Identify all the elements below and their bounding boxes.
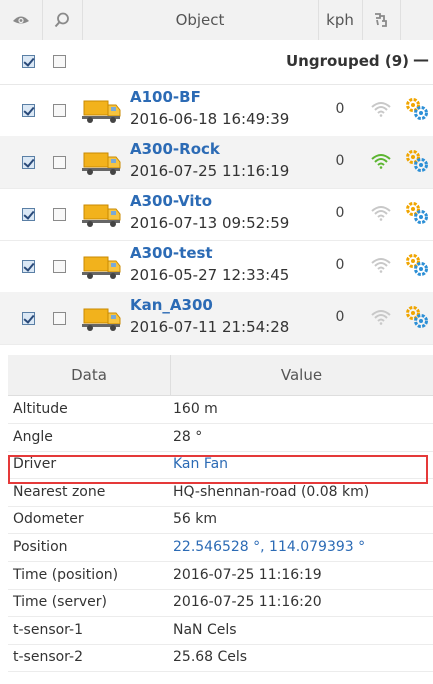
object-visibility-checkbox[interactable] [22,208,35,221]
detail-value: 160 m [173,401,218,417]
detail-row: t-sensor-1 NaN Cels [8,617,433,645]
detail-value: 28 ° [173,428,203,445]
object-timestamp: 2016-07-13 09:52:59 [130,214,290,232]
detail-row: Position 22.546528 °, 114.079393 ° [8,534,433,562]
detail-key: Time (server) [13,594,107,611]
group-visibility-checkbox[interactable] [22,55,35,68]
detail-value: 56 km [173,511,218,528]
detail-value: 25.68 Cels [173,649,248,666]
detail-value: 2016-07-25 11:16:20 [173,594,322,611]
signal-icon [371,154,391,169]
value-column-header[interactable]: Value [170,355,433,395]
object-name[interactable]: Kan_A300 [130,296,213,314]
object-row[interactable]: A300-Rock 2016-07-25 11:16:19 0 [0,136,433,189]
settings-column [400,0,433,40]
visibility-column[interactable] [0,0,43,40]
object-follow-checkbox[interactable] [53,312,66,325]
object-timestamp: 2016-05-27 12:33:45 [130,266,290,284]
object-visibility-checkbox[interactable] [22,312,35,325]
truck-icon [82,100,121,123]
settings-gear-icon[interactable] [404,304,430,330]
object-timestamp: 2016-07-11 21:54:28 [130,318,290,336]
detail-row: Altitude 160 m [8,396,433,424]
object-name[interactable]: A300-Rock [130,140,220,158]
search-icon [54,12,69,28]
object-speed: 0 [335,205,345,221]
truck-icon [82,152,121,175]
signal-icon [371,258,391,273]
object-follow-checkbox[interactable] [53,156,66,169]
object-row[interactable]: A300-test 2016-05-27 12:33:45 0 [0,240,433,293]
settings-gear-icon[interactable] [404,96,430,122]
object-follow-checkbox[interactable] [53,104,66,117]
settings-gear-icon[interactable] [404,252,430,278]
settings-gear-icon[interactable] [404,200,430,226]
detail-key: Altitude [13,401,68,417]
detail-key: Position [13,539,68,555]
object-speed: 0 [335,101,345,117]
signal-icon [371,102,391,117]
detail-key: Angle [13,428,53,445]
truck-icon [82,256,121,279]
detail-key: t-sensor-1 [13,621,83,638]
object-row[interactable]: A300-Vito 2016-07-13 09:52:59 0 [0,188,433,241]
settings-gear-icon[interactable] [404,148,430,174]
signal-icon [371,310,391,325]
speed-column-header[interactable]: kph [318,0,363,40]
object-speed: 0 [335,309,345,325]
detail-value[interactable]: 22.546528 °, 114.079393 ° [173,539,365,555]
detail-key: Nearest zone [13,483,106,500]
group-row[interactable]: Ungrouped (9) — [0,40,433,85]
data-column-header[interactable]: Data [8,355,171,395]
detail-value: NaN Cels [173,621,237,638]
object-follow-checkbox[interactable] [53,208,66,221]
object-timestamp: 2016-07-25 11:16:19 [130,162,290,180]
detail-row: Time (server) 2016-07-25 11:16:20 [8,589,433,618]
object-speed: 0 [335,153,345,169]
object-row[interactable]: A100-BF 2016-06-18 16:49:39 0 [0,84,433,137]
collapse-icon[interactable]: — [413,50,429,69]
object-row[interactable]: Kan_A300 2016-07-11 21:54:28 0 [0,292,433,345]
truck-icon [82,308,121,331]
object-name[interactable]: A300-Vito [130,192,212,210]
detail-row: t-sensor-2 25.68 Cels [8,644,433,673]
detail-key: t-sensor-2 [13,649,83,666]
object-follow-checkbox[interactable] [53,260,66,273]
detail-key: Time (position) [13,566,119,583]
detail-row: Time (position) 2016-07-25 11:16:19 [8,562,433,590]
object-visibility-checkbox[interactable] [22,104,35,117]
object-visibility-checkbox[interactable] [22,260,35,273]
object-timestamp: 2016-06-18 16:49:39 [130,110,290,128]
detail-key: Odometer [13,511,84,528]
signal-icon [371,206,391,221]
connection-column[interactable] [362,0,401,40]
object-column-header[interactable]: Object [82,0,319,40]
detail-row: Angle 28 ° [8,424,433,452]
truck-icon [82,204,121,227]
follow-column[interactable] [42,0,83,40]
object-name[interactable]: A100-BF [130,88,201,106]
details-header: Data Value [8,355,433,396]
connection-icon [375,13,387,27]
eye-icon [13,16,29,24]
detail-value: 2016-07-25 11:16:19 [173,566,322,583]
object-visibility-checkbox[interactable] [22,156,35,169]
driver-highlight-box [8,455,428,484]
detail-row: Odometer 56 km [8,506,433,535]
object-speed: 0 [335,257,345,273]
detail-value: HQ-shennan-road (0.08 km) [173,483,370,500]
group-follow-checkbox[interactable] [53,55,66,68]
object-list-header: Object kph [0,0,433,41]
object-name[interactable]: A300-test [130,244,213,262]
group-label: Ungrouped (9) [286,52,409,70]
